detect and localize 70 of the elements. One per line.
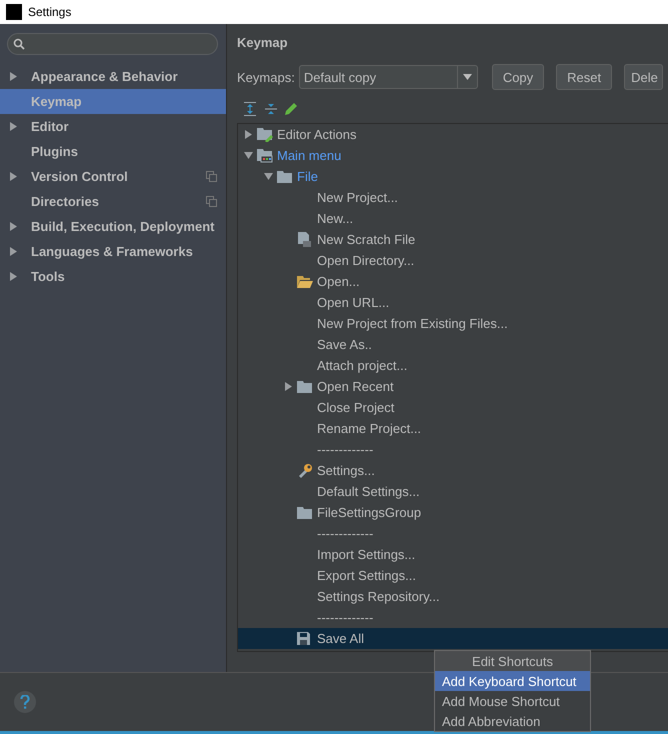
tree-row[interactable]: New Scratch File bbox=[238, 229, 668, 250]
sidebar-item[interactable]: Appearance & Behavior bbox=[0, 64, 226, 89]
folder-icon bbox=[277, 170, 292, 182]
tree-row[interactable]: Open URL... bbox=[238, 292, 668, 313]
search-icon bbox=[13, 38, 25, 50]
menu-header: Edit Shortcuts bbox=[435, 651, 590, 671]
keymaps-label: Keymaps: bbox=[237, 70, 295, 84]
keymap-dropdown[interactable]: Default copy bbox=[298, 65, 478, 89]
tree-row[interactable]: ------------- bbox=[238, 439, 668, 460]
sidebar-item[interactable]: Directories bbox=[0, 189, 226, 214]
expand-arrow-icon[interactable] bbox=[8, 272, 18, 281]
sidebar-item[interactable]: Editor bbox=[0, 114, 226, 139]
tree-row[interactable]: Save As.. bbox=[238, 334, 668, 355]
pencil-icon[interactable] bbox=[285, 102, 298, 115]
tree-row[interactable]: New Project... bbox=[238, 187, 668, 208]
expand-arrow-icon[interactable] bbox=[8, 247, 18, 256]
menu-folder-icon bbox=[257, 148, 273, 162]
tree-row[interactable]: File bbox=[238, 166, 668, 187]
window-title: Settings bbox=[28, 5, 72, 19]
expand-arrow-icon[interactable] bbox=[8, 72, 18, 81]
help-button[interactable] bbox=[14, 691, 36, 713]
sidebar-item[interactable]: Plugins bbox=[0, 139, 226, 164]
tree-row[interactable]: Rename Project... bbox=[238, 418, 668, 439]
keymap-button[interactable]: Dele bbox=[624, 64, 663, 90]
tree-row[interactable]: Open Directory... bbox=[238, 250, 668, 271]
dropdown-arrow-icon bbox=[462, 74, 472, 80]
sidebar-item[interactable]: Languages & Frameworks bbox=[0, 239, 226, 264]
sidebar-item[interactable]: Build, Execution, Deployment bbox=[0, 214, 226, 239]
tree-toggle-icon[interactable] bbox=[284, 382, 293, 391]
tree-row[interactable]: ------------- bbox=[238, 523, 668, 544]
tree-row[interactable]: Close Project bbox=[238, 397, 668, 418]
expand-arrow-icon[interactable] bbox=[8, 222, 18, 231]
tree-toggle-icon[interactable] bbox=[244, 130, 253, 139]
tree-row[interactable]: Attach project... bbox=[238, 355, 668, 376]
question-mark-icon bbox=[20, 695, 30, 709]
tree-row[interactable]: Open Recent bbox=[238, 376, 668, 397]
document-icon bbox=[297, 232, 311, 247]
tree-row[interactable]: Save All bbox=[238, 628, 668, 649]
menu-item[interactable]: Add Mouse Shortcut bbox=[435, 691, 590, 711]
tree-row[interactable]: ------------- bbox=[238, 607, 668, 628]
tree-row[interactable]: Import Settings... bbox=[238, 544, 668, 565]
expand-all-icon[interactable] bbox=[243, 102, 257, 116]
folder-icon bbox=[297, 380, 312, 392]
tree-row[interactable]: Main menu bbox=[238, 145, 668, 166]
tree-row[interactable]: Open... bbox=[238, 271, 668, 292]
folder-icon bbox=[297, 506, 312, 518]
folder-pencil-icon bbox=[257, 128, 273, 142]
keymap-button[interactable]: Reset bbox=[556, 64, 612, 90]
tree-row[interactable]: Settings Repository... bbox=[238, 586, 668, 607]
tree-row[interactable]: Settings... bbox=[238, 460, 668, 481]
expand-arrow-icon[interactable] bbox=[8, 172, 18, 181]
tree-row[interactable]: New Project from Existing Files... bbox=[238, 313, 668, 334]
collapse-all-icon[interactable] bbox=[264, 102, 278, 116]
tree-toggle-icon[interactable] bbox=[264, 172, 273, 181]
tree-row[interactable]: FileSettingsGroup bbox=[238, 502, 668, 523]
menu-item[interactable]: Add Abbreviation bbox=[435, 711, 590, 731]
keymap-button[interactable]: Copy bbox=[492, 64, 544, 90]
search-field[interactable] bbox=[7, 33, 218, 55]
open-folder-icon bbox=[297, 276, 313, 288]
tree-row[interactable]: New... bbox=[238, 208, 668, 229]
sidebar-item[interactable]: Version Control bbox=[0, 164, 226, 189]
menu-item[interactable]: Add Keyboard Shortcut bbox=[435, 671, 590, 691]
tree-row[interactable]: Export Settings... bbox=[238, 565, 668, 586]
tree-row[interactable]: Editor Actions bbox=[238, 124, 668, 145]
sidebar-item[interactable]: Tools bbox=[0, 264, 226, 289]
tree-toggle-icon[interactable] bbox=[244, 151, 253, 160]
panel-title: Keymap bbox=[237, 35, 289, 50]
wrench-icon bbox=[297, 463, 313, 478]
expand-arrow-icon[interactable] bbox=[8, 122, 18, 131]
tree-row[interactable]: Default Settings... bbox=[238, 481, 668, 502]
